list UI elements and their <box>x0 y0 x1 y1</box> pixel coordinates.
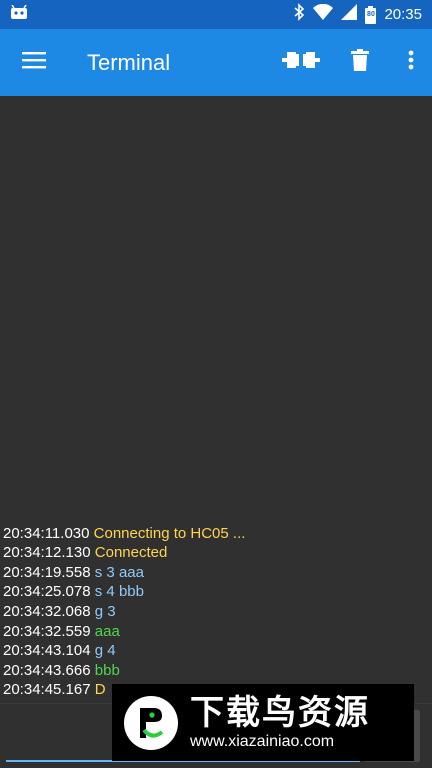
terminal-line-text: Connecting to HC05 ... <box>93 524 246 542</box>
watermark: 下载鸟资源 www.xiazainiao.com <box>112 684 414 761</box>
terminal-line: 20:34:32.068 g 3 <box>3 602 432 622</box>
android-icon <box>10 4 28 24</box>
terminal-line-text: Connected <box>94 544 168 562</box>
terminal-line-time: 20:34:19.558 <box>3 563 91 581</box>
menu-button[interactable] <box>0 29 68 96</box>
terminal-line-time: 20:34:32.559 <box>3 622 91 640</box>
watermark-title: 下载鸟资源 <box>190 693 370 732</box>
connect-icon <box>282 49 320 76</box>
terminal-line-text: g 3 <box>94 603 116 621</box>
clear-button[interactable] <box>330 29 390 96</box>
terminal-line-time: 20:34:32.068 <box>3 603 91 621</box>
terminal-line-text: s 4 bbb <box>94 583 144 601</box>
cell-signal-icon <box>341 4 358 25</box>
terminal-line-time: 20:34:43.666 <box>3 661 91 679</box>
terminal-line-time: 20:34:45.167 <box>3 681 91 699</box>
app-bar: Terminal <box>0 29 432 96</box>
battery-level: 80 <box>367 10 375 18</box>
terminal-line-text: aaa <box>94 622 120 640</box>
page-title: Terminal <box>87 49 171 75</box>
terminal-line-text: g 4 <box>94 642 116 660</box>
terminal-line-text: bbb <box>94 661 120 679</box>
terminal-line-text: s 3 aaa <box>94 563 144 581</box>
terminal-line-time: 20:34:11.030 <box>3 524 90 542</box>
more-vert-icon <box>408 50 414 75</box>
bluetooth-icon <box>293 3 305 26</box>
battery-icon: 80 <box>365 5 377 24</box>
more-options-button[interactable] <box>390 29 432 96</box>
terminal-line-text: D <box>94 681 106 699</box>
terminal-output[interactable]: 20:34:11.030 Connecting to HC05 ... 20:34… <box>0 96 432 703</box>
terminal-line-time: 20:34:25.078 <box>3 583 91 601</box>
terminal-line: 20:34:32.559 aaa <box>3 622 432 642</box>
terminal-line-time: 20:34:43.104 <box>3 642 91 660</box>
connect-button[interactable] <box>272 29 330 96</box>
terminal-line: 20:34:43.104 g 4 <box>3 641 432 661</box>
terminal-line: 20:34:25.078 s 4 bbb <box>3 582 432 602</box>
hamburger-menu-icon <box>22 51 46 74</box>
terminal-line: 20:34:43.666 bbb <box>3 661 432 681</box>
terminal-line: 20:34:19.558 s 3 aaa <box>3 563 432 583</box>
terminal-line-time: 20:34:12.130 <box>3 544 91 562</box>
delete-icon <box>351 49 369 76</box>
watermark-logo-icon <box>112 684 190 761</box>
watermark-url: www.xiazainiao.com <box>190 732 335 750</box>
status-bar: 80 20:35 <box>0 0 432 29</box>
terminal-line: 20:34:11.030 Connecting to HC05 ... <box>3 524 432 544</box>
terminal-log: 20:34:11.030 Connecting to HC05 ... 20:34… <box>3 524 432 700</box>
status-time: 20:35 <box>384 6 422 23</box>
wifi-icon <box>313 3 334 25</box>
terminal-line: 20:34:12.130 Connected <box>3 543 432 563</box>
